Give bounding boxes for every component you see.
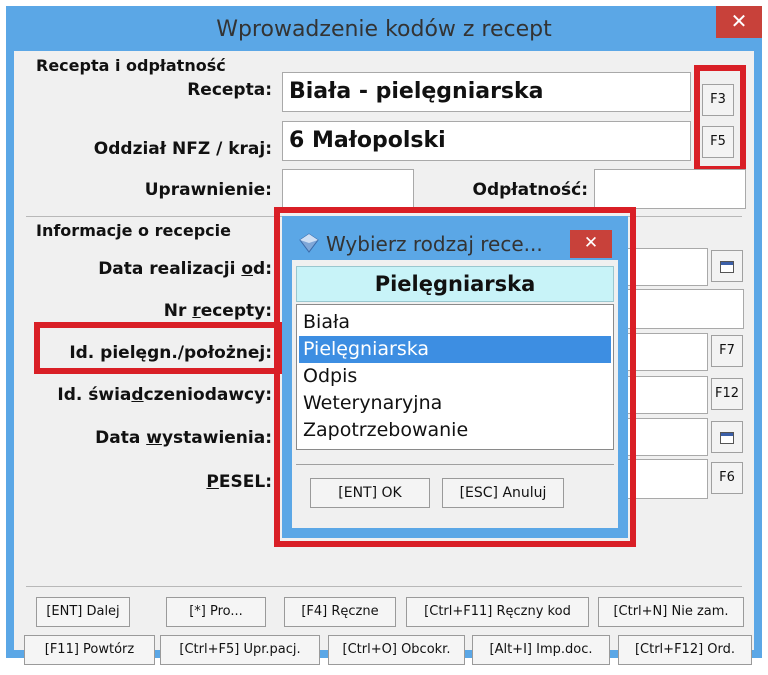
list-item[interactable]: Biała [299,309,611,336]
dialog-app-icon [299,233,319,253]
odplatnosc-input[interactable] [594,169,746,209]
btn-imp-doc[interactable]: [Alt+I] Imp.doc. [472,635,610,665]
oddzial-value: 6 Małopolski [289,128,446,153]
ok-button[interactable]: [ENT] OK [310,478,430,508]
uprawnienie-input[interactable] [282,169,414,209]
bottom-divider [26,586,742,587]
section-heading-recipe: Recepta i odpłatność [36,56,226,75]
list-item[interactable]: Weterynaryjna [299,390,611,417]
btn-reczne[interactable]: [F4] Ręczne [284,597,396,627]
cancel-button[interactable]: [ESC] Anuluj [442,478,564,508]
btn-obcokr[interactable]: [Ctrl+O] Obcokr. [328,635,465,665]
dialog-client: Pielęgniarska Biała Pielęgniarska Odpis … [292,260,618,528]
window-title: Wprowadzenie kodów z recept [216,17,552,42]
recipe-type-dialog: Wybierz rodzaj rece... ✕ Pielęgniarska B… [282,216,628,538]
calendar-icon [720,261,734,273]
recepta-label: Recepta: [187,80,272,100]
btn-pro[interactable]: [*] Pro... [166,597,266,627]
list-item[interactable]: Odpis [299,363,611,390]
id-swiadczeniodawcy-label: Id. świadczeniodawcy: [57,385,272,405]
id-swiadczeniodawcy-f12-button[interactable]: F12 [711,378,743,410]
data-wystawienia-label: Data wystawienia: [95,428,272,448]
oddzial-label: Oddział NFZ / kraj: [93,139,272,159]
btn-ord[interactable]: [Ctrl+F12] Ord. [618,635,752,665]
dialog-title: Wybierz rodzaj rece... [326,232,543,256]
dialog-close-button[interactable]: ✕ [570,230,612,258]
dialog-selected-header: Pielęgniarska [296,266,614,302]
list-item-selected[interactable]: Pielęgniarska [299,336,611,363]
recipe-type-list[interactable]: Biała Pielęgniarska Odpis Weterynaryjna … [296,304,614,450]
btn-powtorz[interactable]: [F11] Powtórz [24,635,155,665]
btn-nie-zam[interactable]: [Ctrl+N] Nie zam. [598,597,744,627]
pesel-label: PESEL: [206,472,272,492]
odplatnosc-label: Odpłatność: [472,180,588,200]
title-bar[interactable]: Wprowadzenie kodów z recept ✕ [6,6,762,51]
list-item[interactable]: Zapotrzebowanie [299,417,611,444]
close-button[interactable]: ✕ [716,6,762,38]
highlight-id-pielegn [34,322,284,374]
btn-reczny-kod[interactable]: [Ctrl+F11] Ręczny kod [406,597,589,627]
recepta-value: Biała - pielęgniarska [289,79,544,104]
pesel-f6-button[interactable]: F6 [711,462,743,494]
dialog-divider [296,464,614,465]
btn-upr-pacj[interactable]: [Ctrl+F5] Upr.pacj. [160,635,320,665]
section-heading-info: Informacje o recepcie [36,221,231,240]
uprawnienie-label: Uprawnienie: [144,180,272,200]
data-realizacji-label: Data realizacji od: [98,259,272,279]
btn-dalej[interactable]: [ENT] Dalej [36,597,130,627]
oddzial-field[interactable]: 6 Małopolski [282,121,691,161]
recepta-field[interactable]: Biała - pielęgniarska [282,72,691,112]
highlight-f-buttons [694,65,746,172]
id-pielegn-f7-button[interactable]: F7 [711,335,743,367]
nr-recepty-label: Nr recepty: [163,301,272,321]
calendar-icon [720,432,734,444]
data-realizacji-calendar-button[interactable] [711,250,743,282]
data-wystawienia-calendar-button[interactable] [711,421,743,453]
